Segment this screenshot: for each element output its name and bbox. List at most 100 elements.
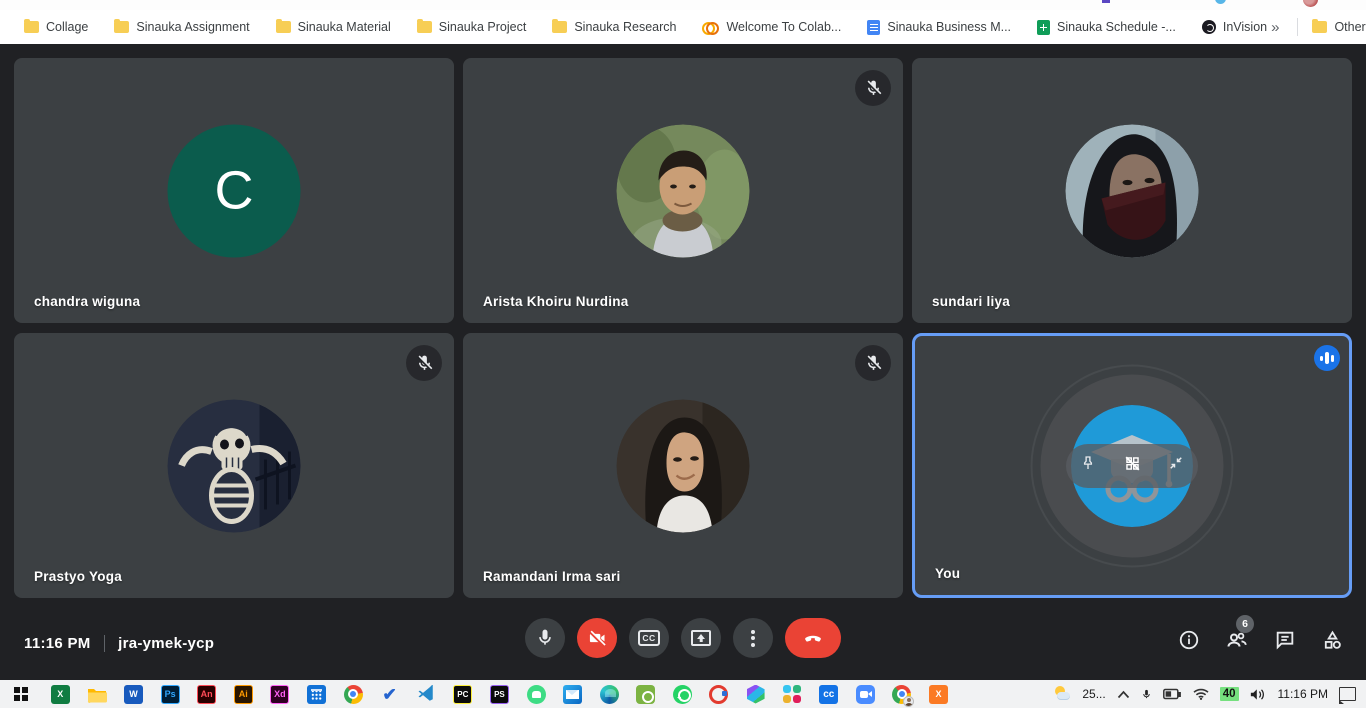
tile-hover-actions [1066, 444, 1198, 488]
phpstorm-icon: PS [490, 685, 509, 704]
avatar [168, 399, 301, 532]
colab-icon [702, 21, 719, 33]
bookmark-collage[interactable]: Collage [24, 20, 88, 34]
tray-battery-icon[interactable] [1163, 688, 1182, 700]
taskbar-animate[interactable]: An [188, 680, 225, 708]
participant-tile-prastyo-yoga[interactable]: Prastyo Yoga [14, 333, 454, 598]
bookmark-sinauka-assignment[interactable]: Sinauka Assignment [114, 20, 249, 34]
tray-volume-icon[interactable] [1250, 688, 1267, 701]
adobe-xd-icon: Xd [270, 685, 289, 704]
avatar [617, 399, 750, 532]
taskbar-excel[interactable]: X [42, 680, 79, 708]
taskbar-zoom[interactable] [847, 680, 884, 708]
participant-name: Arista Khoiru Nurdina [483, 294, 629, 309]
grid-off-button[interactable] [1123, 454, 1142, 478]
taskbar-edge[interactable] [591, 680, 628, 708]
bookmark-label: Sinauka Assignment [136, 20, 249, 34]
end-call-button[interactable] [785, 618, 841, 658]
excel-icon: X [51, 685, 70, 704]
participant-tile-sundari-liya[interactable]: sundari liya [912, 58, 1352, 323]
taskbar-android-emulator[interactable] [518, 680, 555, 708]
bookmark-sinauka-schedule[interactable]: Sinauka Schedule -... [1037, 20, 1176, 35]
taskbar-calendar[interactable] [298, 680, 335, 708]
taskbar-creative-cloud[interactable]: cc [810, 680, 847, 708]
meeting-details-button[interactable] [1178, 629, 1200, 651]
bookmark-label: Sinauka Business M... [887, 20, 1011, 34]
check-icon: ✔ [383, 686, 397, 703]
captions-button[interactable]: CC [629, 618, 669, 658]
participants-button[interactable]: 6 [1225, 628, 1249, 652]
participant-name: You [935, 566, 960, 581]
taskbar-todo[interactable]: ✔ [371, 680, 408, 708]
other-bookmarks-button[interactable]: Other bookmarks [1312, 20, 1366, 34]
system-tray: 25... 40 11:16 PM [1053, 680, 1366, 708]
animate-icon: An [197, 685, 216, 704]
bookmark-sinauka-business[interactable]: Sinauka Business M... [867, 20, 1011, 35]
pin-tile-button[interactable] [1079, 454, 1097, 477]
participant-tile-chandra-wiguna[interactable]: C chandra wiguna [14, 58, 454, 323]
camera-off-button[interactable] [577, 618, 617, 658]
taskbar-screen-recorder[interactable] [628, 680, 665, 708]
start-button[interactable] [0, 680, 42, 708]
weather-icon[interactable] [1053, 686, 1071, 702]
mic-off-icon [406, 345, 442, 381]
browser-profile-avatar[interactable] [1303, 0, 1318, 7]
xampp-icon: X [929, 685, 948, 704]
illustrator-icon: Ai [234, 685, 253, 704]
bookmark-colab[interactable]: Welcome To Colab... [702, 20, 841, 34]
recorder-icon [709, 685, 728, 704]
photoshop-icon: Ps [161, 685, 180, 704]
microphone-button[interactable] [525, 618, 565, 658]
divider [104, 635, 106, 652]
google-meet-page: C chandra wiguna [0, 44, 1366, 680]
taskbar-adobe-xd[interactable]: Xd [262, 680, 299, 708]
taskbar-chrome-profile[interactable] [884, 680, 921, 708]
taskbar-hexagon-app[interactable] [737, 680, 774, 708]
toolbar-fragment-icon [1102, 0, 1110, 3]
taskbar-chrome[interactable] [335, 680, 372, 708]
meeting-code[interactable]: jra-ymek-ycp [118, 635, 214, 652]
bookmark-invision[interactable]: InVision [1202, 20, 1267, 34]
tray-clock[interactable]: 11:16 PM [1278, 687, 1328, 701]
taskbar-pycharm[interactable]: PC [445, 680, 482, 708]
invision-icon [1202, 20, 1216, 34]
chat-button[interactable] [1274, 629, 1296, 651]
participant-tile-arista-khoiru-nurdina[interactable]: Arista Khoiru Nurdina [463, 58, 903, 323]
taskbar-whatsapp[interactable] [664, 680, 701, 708]
taskbar-illustrator[interactable]: Ai [225, 680, 262, 708]
more-options-button[interactable] [733, 618, 773, 658]
taskbar-word[interactable]: W [115, 680, 152, 708]
tray-microphone-icon[interactable] [1141, 687, 1152, 702]
battery-percent-badge[interactable]: 40 [1220, 687, 1239, 701]
bookmark-sinauka-project[interactable]: Sinauka Project [417, 20, 527, 34]
taskbar-free-cam[interactable] [701, 680, 738, 708]
action-center-icon[interactable] [1339, 687, 1356, 701]
present-button[interactable] [681, 618, 721, 658]
audio-level-indicator-icon [1314, 345, 1340, 371]
bookmark-sinauka-research[interactable]: Sinauka Research [552, 20, 676, 34]
folder-icon [417, 21, 432, 33]
taskbar-slack[interactable] [774, 680, 811, 708]
activities-button[interactable] [1321, 629, 1344, 652]
avatar-initial: C [215, 160, 254, 222]
slack-icon [783, 685, 801, 703]
participant-name: chandra wiguna [34, 294, 140, 309]
bookmarks-right-group: » Other bookmarks [1267, 18, 1366, 36]
bookmark-sinauka-material[interactable]: Sinauka Material [276, 20, 391, 34]
taskbar-phpstorm[interactable]: PS [481, 680, 518, 708]
participant-tile-you[interactable]: You [912, 333, 1352, 598]
tray-chevron-up-icon[interactable] [1117, 690, 1130, 699]
bookmarks-overflow-chevron[interactable]: » [1267, 19, 1283, 36]
taskbar-vscode[interactable] [408, 680, 445, 708]
minimize-tile-button[interactable] [1167, 454, 1185, 477]
folder-icon [1312, 21, 1327, 33]
taskbar-mail[interactable] [554, 680, 591, 708]
taskbar-photoshop[interactable]: Ps [152, 680, 189, 708]
avatar: C [168, 124, 301, 257]
taskbar-file-explorer[interactable] [79, 680, 116, 708]
tray-wifi-icon[interactable] [1193, 688, 1209, 700]
participant-tile-ramandani-irma-sari[interactable]: Ramandani Irma sari [463, 333, 903, 598]
weather-temperature[interactable]: 25... [1082, 687, 1105, 701]
bookmark-label: Sinauka Research [574, 20, 676, 34]
taskbar-xampp[interactable]: X [920, 680, 957, 708]
